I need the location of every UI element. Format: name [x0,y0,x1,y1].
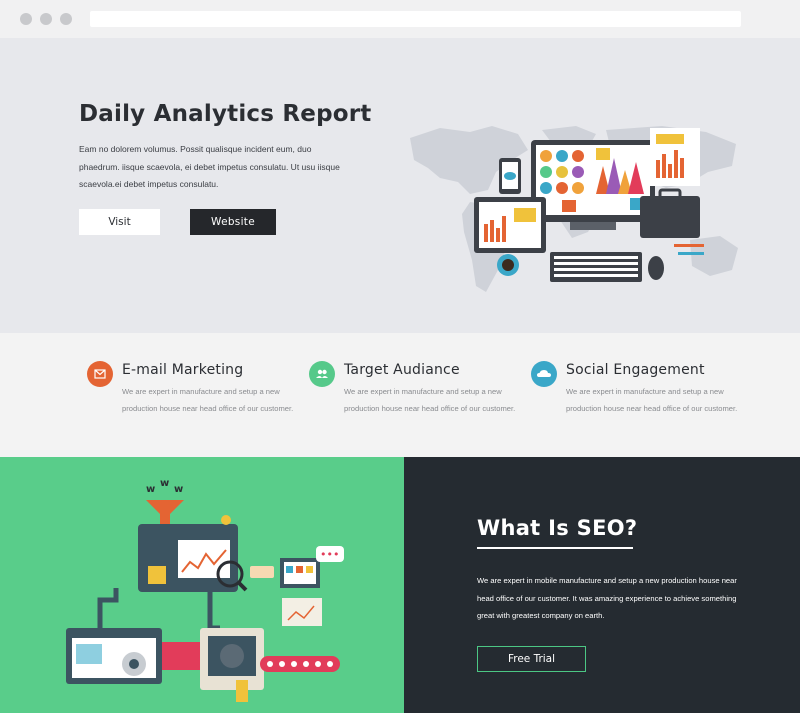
laptop-tile [286,566,293,573]
bellows [162,642,202,670]
funnel-icon [146,500,184,514]
seo-title: What Is SEO? [477,516,638,540]
monitor-stand [570,222,616,230]
funnel-letter: w [174,484,183,495]
free-trial-button[interactable]: Free Trial [477,646,586,672]
seo-title-underline [477,547,633,549]
magnifier-handle [236,580,248,592]
users-glyph [316,369,328,378]
monitor-pie-charts [540,150,584,194]
window-dot-close[interactable] [20,13,32,25]
coffee [502,259,514,271]
mouse-icon [648,256,664,280]
monitor-tile [562,200,576,212]
tablet-tile [514,208,536,222]
analytics-illustration [410,126,738,292]
laptop-tile [296,566,303,573]
funnel-neck [160,514,170,524]
mail-tile [76,644,102,664]
feature-text-social: We are expert in manufacture and setup a… [566,387,738,413]
cloud-glyph [537,370,551,377]
hand-icon [250,566,274,578]
laptop-tile [306,566,313,573]
envelope-glyph [94,369,106,379]
browser-toolbar [0,0,800,38]
briefcase-icon [640,196,700,238]
seo-description: We are expert in mobile manufacture and … [477,576,737,620]
users-icon [309,361,335,387]
feature-title-email: E-mail Marketing [122,362,244,378]
lightbulb-icon [221,515,231,525]
funnel-letter: w [160,478,169,489]
speech-bubble-dots: ••• [320,548,339,561]
feature-text-email: We are expert in manufacture and setup a… [122,387,294,413]
website-button[interactable]: Website [190,209,276,235]
report-tile [656,134,684,144]
pen-icon [678,252,704,255]
feature-text-target: We are expert in manufacture and setup a… [344,387,516,413]
seo-machine-illustration: w w w ••• [66,478,344,702]
window-dot-maximize[interactable] [60,13,72,25]
gear-hub [129,659,139,669]
feature-title-target: Target Audiance [344,362,460,378]
address-bar[interactable] [90,11,741,27]
feature-title-social: Social Engagement [566,362,705,378]
funnel-letter: w [146,484,155,495]
pipe [207,592,220,631]
briefcase-handle [658,188,682,200]
pipe [97,588,119,628]
pen-icon [674,244,704,247]
envelope-icon [87,361,113,387]
printer-icon [282,598,322,626]
gear-box-gear [220,644,244,668]
phone-cloud-icon [504,172,516,180]
cloud-icon [531,361,557,387]
hero-title: Daily Analytics Report [79,101,372,127]
window-dot-minimize[interactable] [40,13,52,25]
monitor-tile [596,148,610,160]
hero-description: Eam no dolorem volumus. Possit qualisque… [79,144,340,189]
visit-button[interactable]: Visit [79,209,160,235]
keypad-icon [148,566,166,584]
wrench-icon [236,680,248,702]
